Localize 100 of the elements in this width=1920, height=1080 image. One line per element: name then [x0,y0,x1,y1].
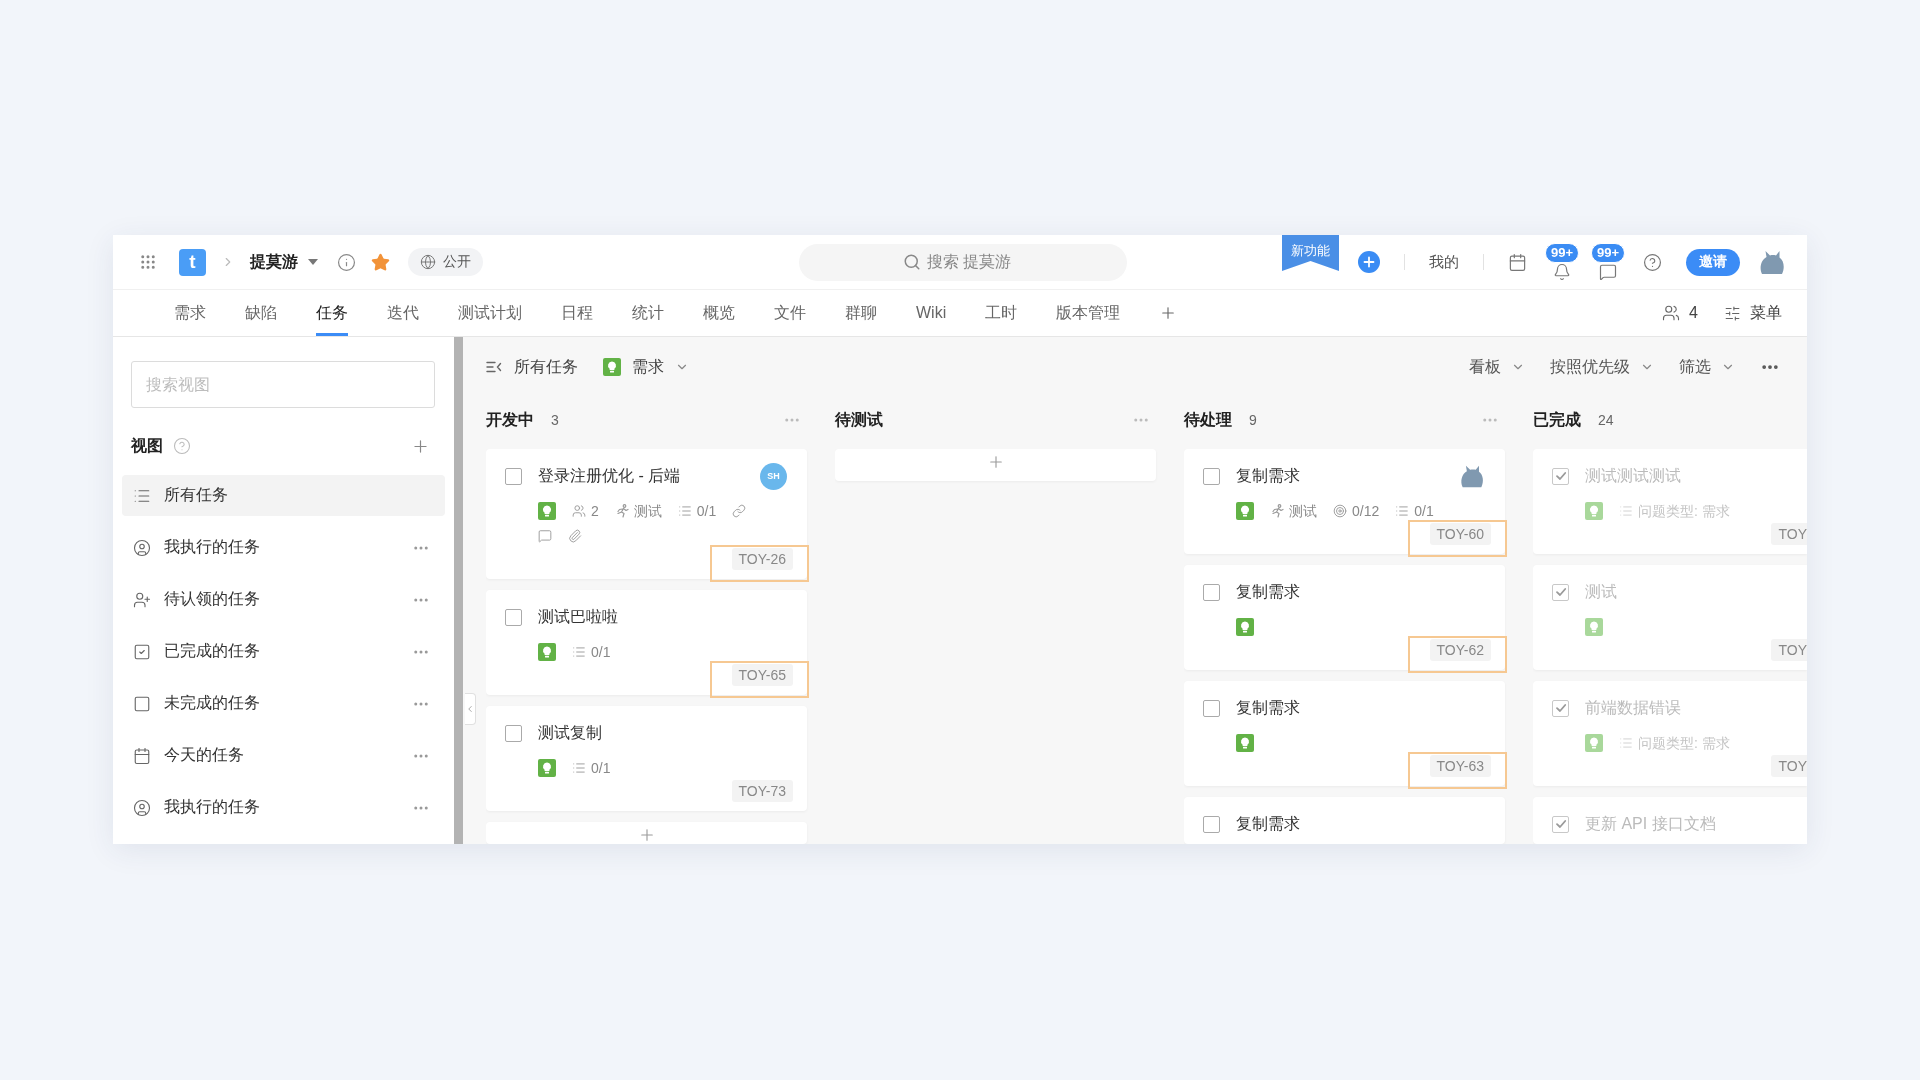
lightbulb-icon [1236,618,1254,636]
view-item[interactable]: 我执行的任务 [122,527,412,568]
paperclip-icon [568,529,582,543]
chat-icon[interactable] [1599,263,1617,281]
task-id: TOY [1771,755,1807,777]
star-icon[interactable] [371,252,390,272]
calendar-icon[interactable] [1508,252,1527,272]
sliders-icon [1724,304,1741,322]
help-icon[interactable] [1643,252,1662,272]
task-title: 测试复制 [538,722,602,743]
type-filter-dropdown[interactable]: 需求 [603,356,689,378]
nav-tab[interactable]: 测试计划 [458,290,522,336]
task-checkbox[interactable] [1203,583,1220,601]
stage-label: 测试 [1289,504,1317,518]
task-card[interactable]: 登录注册优化 - 后端 SH 2 测试 0/1 TOY-26 [486,449,807,579]
assignee-count: 2 [591,504,599,518]
calendar-icon [133,746,151,765]
globe-icon [420,254,436,270]
view-item[interactable]: 待认领的任务 [122,579,412,620]
collapse-handle[interactable] [465,693,476,725]
nav-tab[interactable]: 日程 [561,290,593,336]
view-option-dropdown[interactable]: 筛选 [1679,356,1735,378]
nav-tab[interactable]: 迭代 [387,290,419,336]
subtask-count: 0/1 [696,504,717,518]
task-checkbox[interactable] [505,467,522,485]
view-item[interactable]: 已完成的任务 [122,631,412,672]
lightbulb-icon [1236,734,1254,752]
task-checkbox[interactable] [1552,815,1569,833]
view-title: 所有任务 [514,356,578,377]
lightbulb-icon [603,358,621,376]
lightbulb-icon [1585,618,1603,636]
nav-tab[interactable]: 群聊 [845,290,877,336]
task-title: 测试 [1585,581,1617,602]
lightbulb-icon [1585,502,1603,520]
search-field[interactable]: 搜索视图 [131,361,435,408]
view-option-dropdown[interactable]: 看板 [1469,356,1525,378]
task-checkbox[interactable] [1552,583,1569,601]
mine-button[interactable]: 我的 [1429,252,1459,272]
nav-tab[interactable]: 文件 [774,290,806,336]
nav-tab[interactable]: 工时 [985,290,1018,336]
visibility-button[interactable]: 公开 [408,248,483,276]
task-checkbox[interactable] [1203,467,1220,485]
bell-icon[interactable] [1553,263,1571,281]
resize-handle[interactable] [454,337,463,844]
apps-icon[interactable] [139,253,157,271]
task-checkbox[interactable] [505,724,522,742]
column-title: 已完成 [1533,409,1581,430]
members-button[interactable]: 4 [1662,304,1698,322]
subtask-count: 0/1 [591,761,611,775]
nav-tab[interactable]: 需求 [174,290,206,336]
task-title: 复制需求 [1236,813,1300,834]
search-field[interactable]: 搜索 提莫游 [927,253,1023,271]
task-checkbox[interactable] [1552,699,1569,717]
nav-tab[interactable]: Wiki [916,290,947,336]
nav-tab[interactable]: 任务 [316,290,348,336]
nav-tab[interactable]: 缺陷 [245,290,277,336]
link-icon [732,504,747,518]
task-card[interactable]: 测试巴啦啦 0/1 TOY-65 [486,590,807,695]
task-title: 复制需求 [1236,581,1300,602]
task-card[interactable]: 复制需求 [1184,797,1505,844]
target-icon [1333,504,1347,518]
task-checkbox[interactable] [1203,699,1220,717]
menu-button[interactable]: 菜单 [1724,302,1782,324]
task-id: TOY-60 [1429,523,1491,545]
list-icon [572,761,586,775]
lightbulb-icon [538,502,556,520]
task-id: TOY-73 [731,780,793,802]
task-checkbox[interactable] [505,608,522,626]
column-count: 9 [1249,412,1257,428]
help-icon[interactable] [173,437,191,455]
add-icon[interactable] [1358,251,1380,273]
column-title: 待测试 [835,409,883,430]
lightbulb-icon [1585,734,1603,752]
list-icon [677,504,692,518]
task-card[interactable]: 复制需求 TOY-63 [1184,681,1505,786]
view-item[interactable]: 我执行的任务 [122,787,412,828]
nav-tab[interactable]: 概览 [703,290,735,336]
caret-down-icon [308,259,318,265]
view-item[interactable]: 未完成的任务 [122,683,412,724]
task-checkbox[interactable] [1203,815,1220,833]
task-id: TOY-26 [731,548,793,570]
lightbulb-icon [1236,502,1254,520]
nav-tab[interactable]: 统计 [632,290,664,336]
list-icon [1395,504,1410,518]
project-switcher[interactable]: 提莫游 [250,251,318,273]
list-collapse-icon[interactable] [486,360,502,374]
task-card[interactable]: 复制需求 TOY-62 [1184,565,1505,670]
task-card[interactable]: 测试复制 0/1 TOY-73 [486,706,807,811]
notification-badge: 99+ [1544,243,1580,263]
task-card[interactable]: 复制需求 测试 0/12 0/1 TOY-60 [1184,449,1505,554]
view-item[interactable]: 今天的任务 [122,735,412,776]
task-id: TOY [1771,639,1807,661]
view-item[interactable]: 所有任务 [122,475,445,516]
nav-tab[interactable]: 版本管理 [1056,290,1121,336]
info-icon[interactable] [337,252,356,272]
task-checkbox[interactable] [1552,467,1569,485]
list-icon [572,645,586,659]
task-title: 复制需求 [1236,697,1300,718]
view-option-dropdown[interactable]: 按照优先级 [1550,356,1654,378]
lightbulb-icon [538,759,556,777]
